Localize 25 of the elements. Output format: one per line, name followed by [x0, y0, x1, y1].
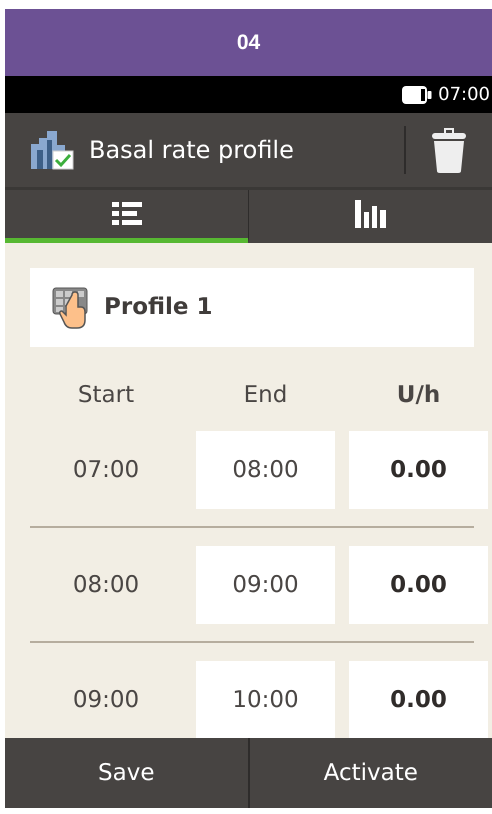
start-time: 08:00: [72, 570, 140, 600]
battery-icon: [402, 86, 432, 104]
end-time-field[interactable]: 08:00: [196, 431, 335, 509]
save-button[interactable]: Save: [5, 738, 248, 808]
column-header: U/h: [396, 380, 442, 410]
rate-field[interactable]: 0.00: [349, 431, 488, 509]
title-text: 04: [236, 30, 260, 56]
start-time: 07:00: [72, 456, 140, 485]
activate-button[interactable]: Activate: [248, 738, 492, 808]
profile-name: Profile 1: [104, 293, 213, 322]
column-header: End: [242, 380, 288, 410]
touch-keypad-icon: [52, 286, 88, 328]
list-icon: [112, 201, 142, 227]
basal-profile-icon: [29, 130, 75, 170]
trash-icon: [432, 127, 466, 173]
rate-field[interactable]: 0.00: [349, 661, 488, 738]
profile-card[interactable]: Profile 1: [30, 268, 474, 347]
start-time: 09:00: [72, 686, 140, 715]
end-time-field[interactable]: 09:00: [196, 546, 335, 624]
status-time: 07:00: [438, 83, 490, 107]
rate-field[interactable]: 0.00: [349, 546, 488, 624]
bar-chart-icon: [354, 200, 386, 228]
header-title: Basal rate profile: [89, 135, 295, 166]
end-time-field[interactable]: 10:00: [196, 661, 335, 738]
column-header: Start: [76, 380, 136, 410]
